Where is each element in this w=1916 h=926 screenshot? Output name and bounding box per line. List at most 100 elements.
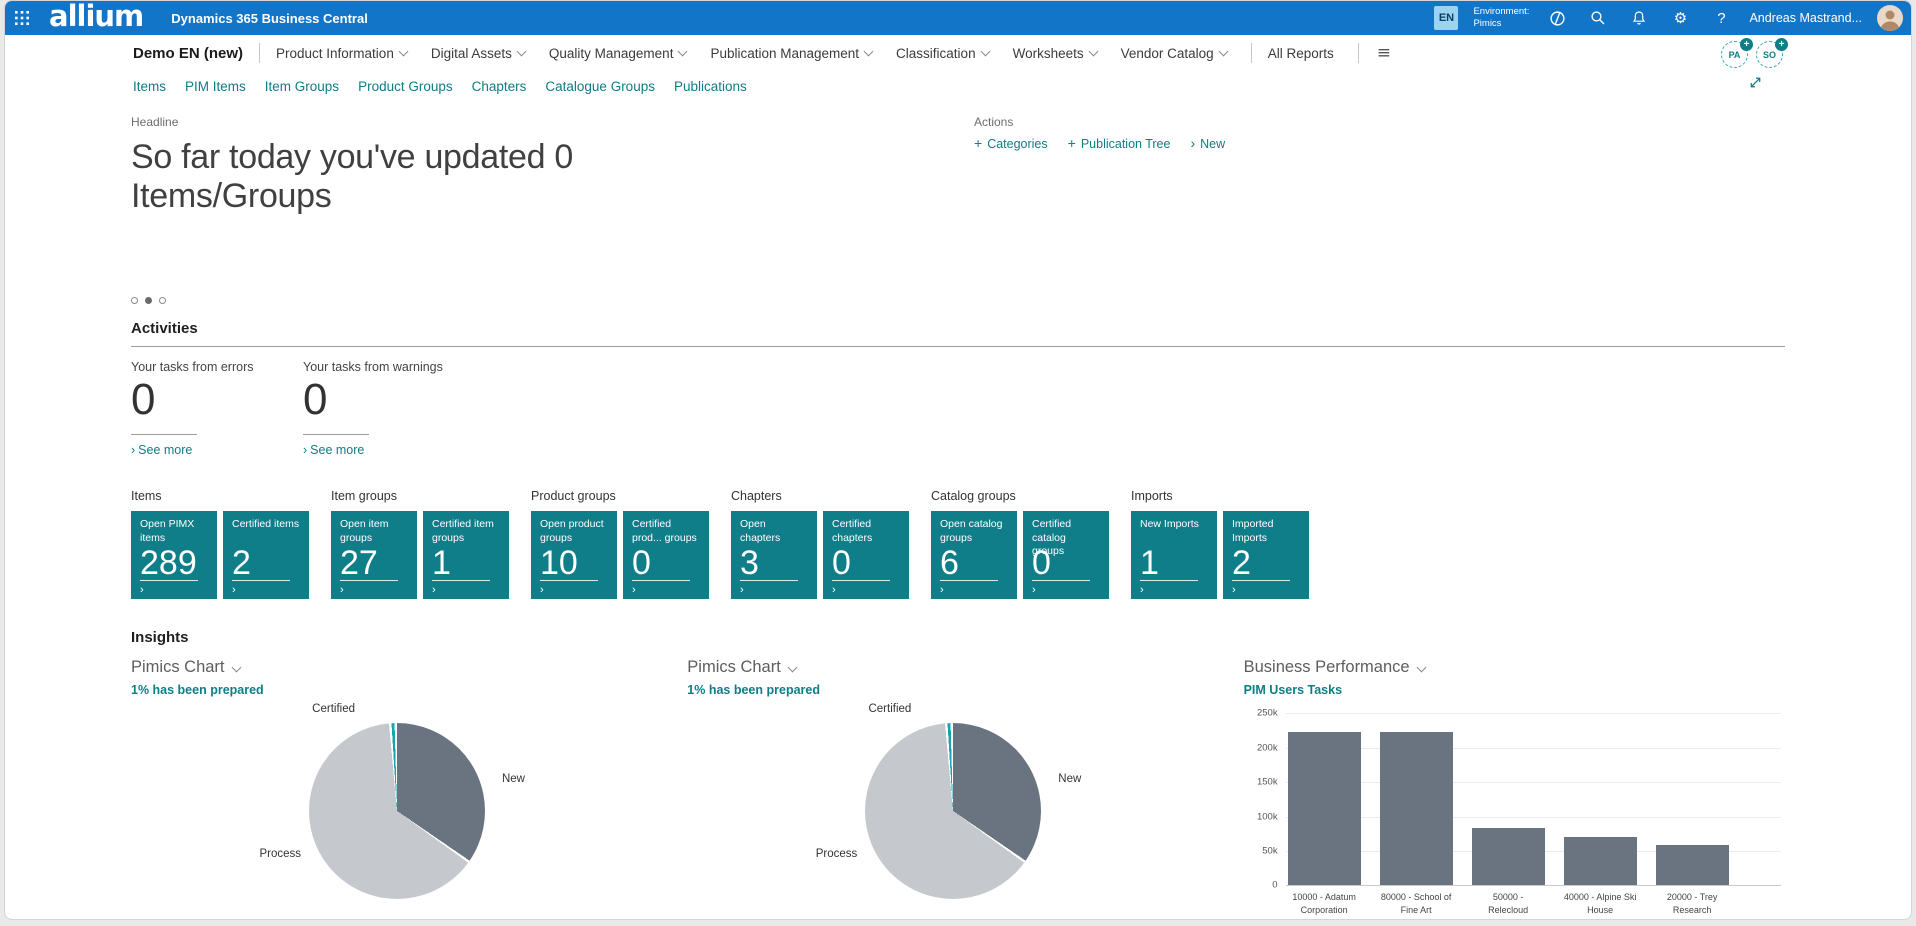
action-new[interactable]: ›New bbox=[1190, 136, 1225, 151]
chevron-right-icon: › bbox=[1232, 584, 1300, 596]
chevron-right-icon: › bbox=[740, 584, 808, 596]
cue-tile-open-chapters[interactable]: Open chapters3› bbox=[731, 511, 817, 599]
y-tick-label: 50k bbox=[1262, 845, 1277, 856]
pie-label-certified: Certified bbox=[283, 703, 355, 715]
stat-divider bbox=[131, 434, 197, 435]
bar-40000-alpine-ski-house[interactable] bbox=[1564, 837, 1637, 885]
sub-nav-item-groups[interactable]: Item Groups bbox=[265, 79, 339, 94]
pimics-pie-chart[interactable]: Certified New Process bbox=[309, 723, 485, 899]
user-name[interactable]: Andreas Mastrand... bbox=[1749, 11, 1862, 25]
nav-menu-classification[interactable]: Classification bbox=[896, 46, 989, 61]
expand-headline-icon[interactable] bbox=[1748, 75, 1763, 95]
cue-tile-open-pimx-items[interactable]: Open PIMX items289› bbox=[131, 511, 217, 599]
carousel-dot-2[interactable] bbox=[159, 297, 166, 304]
charts-row: Pimics Chart 1% has been prepared Certif… bbox=[131, 658, 1785, 915]
nav-menu-product-information[interactable]: Product Information bbox=[276, 46, 407, 61]
settings-gear-icon[interactable]: ⚙ bbox=[1667, 5, 1693, 31]
sub-nav-product-groups[interactable]: Product Groups bbox=[358, 79, 453, 94]
bar-50000-relecloud[interactable] bbox=[1472, 828, 1545, 885]
sub-nav-publications[interactable]: Publications bbox=[674, 79, 747, 94]
search-icon[interactable] bbox=[1585, 5, 1611, 31]
help-icon[interactable]: ? bbox=[1708, 5, 1734, 31]
chart-subtitle-link[interactable]: 1% has been prepared bbox=[131, 683, 687, 697]
cue-tiles-section: ItemsOpen PIMX items289›Certified items2… bbox=[131, 489, 1785, 599]
carousel-dots bbox=[131, 297, 1785, 304]
chart-title[interactable]: Pimics Chart bbox=[131, 658, 687, 677]
app-title[interactable]: Dynamics 365 Business Central bbox=[171, 11, 368, 26]
cue-tile-certified-chapters[interactable]: Certified chapters0› bbox=[823, 511, 909, 599]
bar-20000-trey-research[interactable] bbox=[1656, 845, 1729, 885]
chevron-right-icon: › bbox=[1140, 584, 1208, 596]
business-performance-card: Business Performance PIM Users Tasks 250… bbox=[1244, 658, 1785, 915]
cue-group-label: Imports bbox=[1131, 489, 1309, 503]
app-launcher-waffle-icon[interactable] bbox=[5, 1, 39, 35]
nav-menu-vendor-catalog[interactable]: Vendor Catalog bbox=[1121, 46, 1227, 61]
cue-tile-title: Imported Imports bbox=[1232, 518, 1300, 544]
nav-menu-worksheets[interactable]: Worksheets bbox=[1013, 46, 1097, 61]
nav-all-reports[interactable]: All Reports bbox=[1268, 46, 1334, 61]
nav-divider bbox=[1251, 43, 1252, 63]
chevron-right-icon: › bbox=[131, 443, 135, 457]
topbar-right: EN Environment: Pimics ⚙ ? Andreas Mastr… bbox=[1434, 5, 1911, 31]
nav-divider bbox=[259, 43, 260, 63]
carousel-dot-1[interactable] bbox=[145, 297, 152, 304]
role-badge-so[interactable]: SO+ bbox=[1756, 41, 1783, 68]
bar-chart-plot bbox=[1286, 713, 1781, 885]
stat-value[interactable]: 0 bbox=[131, 376, 303, 424]
role-badge-pa[interactable]: PA+ bbox=[1721, 41, 1748, 68]
dynamics365-icon[interactable] bbox=[1544, 5, 1570, 31]
cue-tile-title: Open chapters bbox=[740, 518, 808, 544]
cue-tile-new-imports[interactable]: New Imports1› bbox=[1131, 511, 1217, 599]
see-more-link[interactable]: ›See more bbox=[303, 443, 475, 457]
sub-navigation: Items PIM Items Item Groups Product Groups C… bbox=[5, 71, 1911, 101]
chart-title[interactable]: Business Performance bbox=[1244, 658, 1785, 677]
cue-tile-title: Certified chapters bbox=[832, 518, 900, 544]
chevron-down-icon bbox=[231, 663, 241, 673]
stat-label: Your tasks from warnings bbox=[303, 360, 475, 374]
bar-10000-adatum-corporation[interactable] bbox=[1288, 732, 1361, 885]
nav-menu-digital-assets[interactable]: Digital Assets bbox=[431, 46, 525, 61]
notifications-bell-icon[interactable] bbox=[1626, 5, 1652, 31]
environment-label: Environment: bbox=[1473, 6, 1529, 18]
language-badge[interactable]: EN bbox=[1434, 6, 1458, 30]
cue-tile-open-item-groups[interactable]: Open item groups27› bbox=[331, 511, 417, 599]
plus-icon: + bbox=[1068, 135, 1076, 151]
sub-nav-items[interactable]: Items bbox=[133, 79, 166, 94]
cue-group-chapters: ChaptersOpen chapters3›Certified chapter… bbox=[731, 489, 909, 599]
sub-nav-pim-items[interactable]: PIM Items bbox=[185, 79, 246, 94]
see-more-link[interactable]: ›See more bbox=[131, 443, 303, 457]
headline-text: So far today you've updated 0 Items/Grou… bbox=[131, 138, 601, 216]
bar-80000-school-of-fine-art[interactable] bbox=[1380, 732, 1453, 885]
nav-menu-quality-management[interactable]: Quality Management bbox=[549, 46, 687, 61]
chart-title[interactable]: Pimics Chart bbox=[687, 658, 1243, 677]
chart-subtitle-link[interactable]: 1% has been prepared bbox=[687, 683, 1243, 697]
sub-nav-catalogue-groups[interactable]: Catalogue Groups bbox=[545, 79, 655, 94]
more-options-hamburger-icon[interactable]: ≡ bbox=[1377, 43, 1391, 63]
cue-tile-certified-catalog-groups[interactable]: Certified catalog groups0› bbox=[1023, 511, 1109, 599]
cue-tile-certified-prod-groups[interactable]: Certified prod... groups0› bbox=[623, 511, 709, 599]
insights-section: Insights Pimics Chart 1% has been prepar… bbox=[131, 629, 1785, 915]
cue-tile-certified-items[interactable]: Certified items2› bbox=[223, 511, 309, 599]
user-avatar[interactable] bbox=[1877, 5, 1903, 31]
x-category-label: 20000 - Trey Research bbox=[1656, 891, 1729, 915]
cue-tile-open-product-groups[interactable]: Open product groups10› bbox=[531, 511, 617, 599]
stat-value[interactable]: 0 bbox=[303, 376, 475, 424]
chevron-right-icon: › bbox=[140, 584, 208, 596]
cue-tile-open-catalog-groups[interactable]: Open catalog groups6› bbox=[931, 511, 1017, 599]
activities-title: Activities bbox=[131, 320, 1785, 347]
chart-subtitle-link[interactable]: PIM Users Tasks bbox=[1244, 683, 1785, 697]
sub-nav-chapters[interactable]: Chapters bbox=[472, 79, 527, 94]
action-publication-tree[interactable]: +Publication Tree bbox=[1068, 136, 1171, 151]
bar-chart-y-axis: 250k200k150k100k50k0 bbox=[1244, 713, 1286, 885]
cue-tile-imported-imports[interactable]: Imported Imports2› bbox=[1223, 511, 1309, 599]
environment-info[interactable]: Environment: Pimics bbox=[1473, 6, 1529, 31]
nav-home-demo-en[interactable]: Demo EN (new) bbox=[133, 45, 243, 62]
nav-menu-publication-management[interactable]: Publication Management bbox=[710, 46, 872, 61]
pimics-pie-chart[interactable]: Certified New Process bbox=[865, 723, 1041, 899]
action-categories[interactable]: +Categories bbox=[974, 136, 1048, 151]
y-tick-label: 100k bbox=[1257, 811, 1278, 822]
carousel-dot-0[interactable] bbox=[131, 297, 138, 304]
cue-tile-certified-item-groups[interactable]: Certified item groups1› bbox=[423, 511, 509, 599]
actions-label: Actions bbox=[974, 115, 1225, 129]
pie-label-new: New bbox=[1058, 773, 1081, 785]
